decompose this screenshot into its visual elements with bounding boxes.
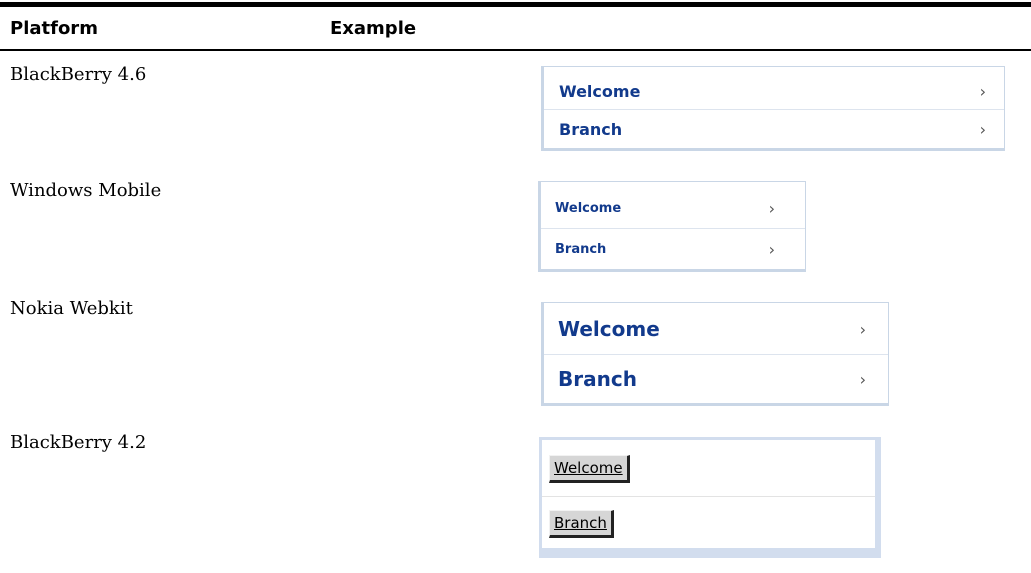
list-item-label: Branch — [558, 367, 637, 391]
list-item-label: Welcome — [558, 317, 660, 341]
welcome-button[interactable]: Welcome — [549, 455, 630, 483]
chevron-right-icon: › — [979, 119, 986, 139]
chevron-right-icon: › — [979, 81, 986, 101]
example-list-body: Welcome Branch — [542, 440, 875, 548]
list-item-branch[interactable]: Branch › — [544, 110, 1004, 148]
list-item-label: Branch — [555, 241, 607, 257]
divider — [542, 496, 875, 497]
chevron-right-icon: › — [859, 369, 866, 389]
list-item-branch[interactable]: Branch › — [544, 355, 888, 403]
list-item-label: Branch — [559, 119, 623, 139]
platform-name: Windows Mobile — [10, 180, 162, 201]
list-item-label: Welcome — [559, 81, 641, 101]
list-item-label: Welcome — [555, 200, 622, 216]
list-item-branch[interactable]: Branch › — [541, 229, 805, 269]
example-list-blackberry-46: Welcome › Branch › — [541, 66, 1005, 151]
example-list-nokia-webkit: Welcome › Branch › — [541, 302, 889, 406]
list-item-welcome[interactable]: Welcome › — [544, 305, 888, 353]
platform-name: BlackBerry 4.2 — [10, 432, 147, 453]
platform-name: BlackBerry 4.6 — [10, 64, 147, 85]
table-top-rule — [0, 2, 1031, 7]
example-list-windows-mobile: Welcome › Branch › — [538, 181, 806, 272]
chevron-right-icon: › — [859, 319, 866, 339]
column-header-platform: Platform — [10, 18, 98, 39]
platform-name: Nokia Webkit — [10, 298, 133, 319]
list-item-welcome[interactable]: Welcome › — [541, 188, 805, 228]
column-header-example: Example — [330, 18, 417, 39]
chevron-right-icon: › — [768, 198, 775, 218]
example-list-blackberry-42: Welcome Branch — [539, 437, 881, 558]
chevron-right-icon: › — [768, 239, 775, 259]
list-item-welcome[interactable]: Welcome › — [544, 72, 1004, 110]
header-rule — [0, 49, 1031, 51]
branch-button[interactable]: Branch — [549, 510, 614, 538]
